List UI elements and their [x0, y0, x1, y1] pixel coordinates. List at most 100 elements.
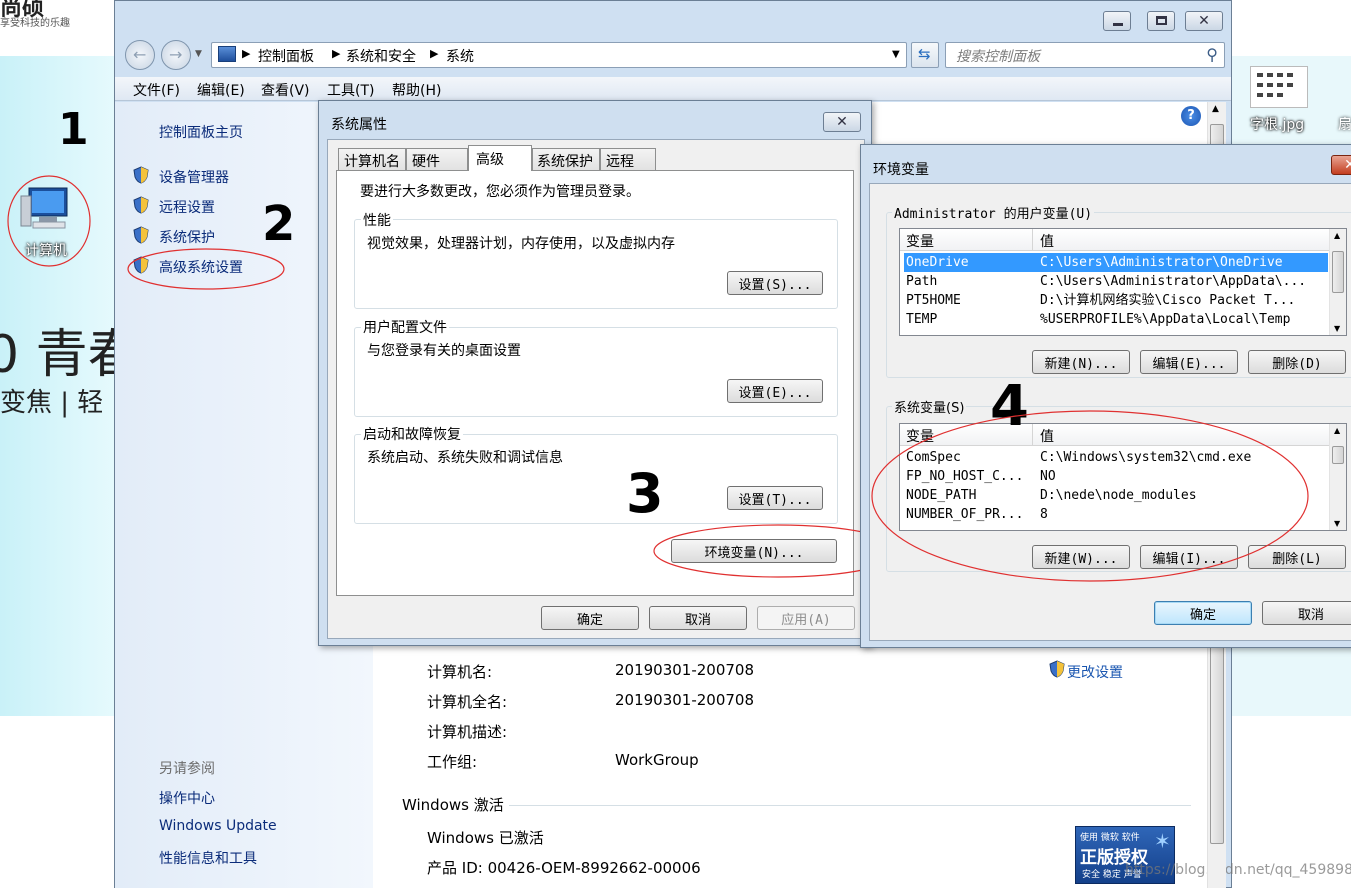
desktop-edge-label: 扇 [1338, 117, 1351, 133]
tab-hardware[interactable]: 硬件 [406, 148, 468, 170]
column-value[interactable]: 值 [1040, 231, 1054, 251]
list-scrollbar[interactable]: ▲ ▼ [1329, 229, 1346, 335]
menu-edit[interactable]: 编辑(E) [197, 80, 245, 100]
tab-label: 计算机名 [344, 154, 400, 170]
recent-pages-dropdown[interactable]: ▼ [195, 49, 202, 59]
user-new-button[interactable]: 新建(N)... [1032, 350, 1130, 374]
user-profiles-desc: 与您登录有关的桌面设置 [367, 343, 521, 359]
list-item[interactable]: OneDrive C:\Users\Administrator\OneDrive [904, 253, 1328, 272]
refresh-icon: ⇆ [918, 45, 931, 63]
forward-button[interactable]: → [161, 40, 191, 70]
shield-icon [133, 166, 149, 184]
nav-action-center[interactable]: 操作中心 [159, 788, 215, 808]
menu-bar: 文件(F) 编辑(E) 查看(V) 工具(T) 帮助(H) [115, 77, 1231, 101]
genuine-badge-top: 使用 微软 软件 [1080, 833, 1140, 843]
workgroup-value: WorkGroup [615, 751, 699, 769]
list-item[interactable]: Path C:\Users\Administrator\AppData\... [904, 272, 1328, 291]
breadcrumb-system-security[interactable]: 系统和安全 [346, 46, 416, 66]
menu-tools[interactable]: 工具(T) [327, 80, 374, 100]
back-button[interactable]: ← [125, 40, 155, 70]
desktop-thumbnail-icon[interactable] [1250, 66, 1308, 108]
scroll-up-icon[interactable]: ▲ [1334, 426, 1340, 435]
cancel-button[interactable]: 取消 [649, 606, 747, 630]
breadcrumb-system[interactable]: 系统 [446, 46, 474, 66]
computer-name-label: 计算机名: [427, 663, 493, 681]
close-icon: ✕ [836, 114, 848, 130]
tab-system-protection[interactable]: 系统保护 [532, 148, 600, 170]
env-cancel-button[interactable]: 取消 [1262, 601, 1351, 625]
user-variables-title: Administrator 的用户变量(U) [892, 203, 1095, 222]
variable-name: TEMP [906, 312, 938, 327]
promo-subline: 变焦 | 轻 [0, 388, 104, 418]
scroll-up-icon[interactable]: ▲ [1212, 104, 1219, 114]
control-panel-icon [218, 46, 236, 62]
tab-computer-name[interactable]: 计算机名 [338, 148, 406, 170]
nav-remote-settings[interactable]: 远程设置 [159, 197, 215, 217]
annotation-circle-advanced [127, 248, 285, 290]
forward-arrow-icon: → [169, 45, 183, 64]
window-close-button[interactable]: ✕ [1185, 11, 1223, 31]
tab-remote[interactable]: 远程 [600, 148, 656, 170]
refresh-button[interactable]: ⇆ [911, 42, 939, 68]
address-bar[interactable]: ▶ 控制面板 ▶ 系统和安全 ▶ 系统 ▼ [211, 42, 907, 68]
ok-button[interactable]: 确定 [541, 606, 639, 630]
computer-description-label: 计算机描述: [427, 723, 508, 741]
nav-windows-update[interactable]: Windows Update [159, 818, 277, 834]
address-dropdown-icon[interactable]: ▼ [892, 49, 900, 60]
watermark-url: https://blog.csdn.net/qq_45989814 [1125, 862, 1351, 878]
tab-label: 高级 [476, 152, 504, 168]
maximize-button[interactable] [1147, 11, 1175, 31]
full-computer-name-value: 20190301-200708 [615, 691, 755, 709]
close-icon: ✕ [1198, 13, 1210, 29]
breadcrumb-separator-icon: ▶ [242, 47, 251, 60]
performance-settings-button[interactable]: 设置(S)... [727, 271, 823, 295]
scroll-down-icon[interactable]: ▼ [1334, 324, 1340, 333]
apply-button[interactable]: 应用(A) [757, 606, 855, 630]
nav-device-manager[interactable]: 设备管理器 [159, 167, 229, 187]
dialog-title: 系统属性 [331, 117, 387, 133]
scroll-thumb[interactable] [1332, 251, 1344, 293]
search-box[interactable]: 搜索控制面板 ⚲ [945, 42, 1225, 68]
minimize-button[interactable] [1103, 11, 1131, 31]
menu-view[interactable]: 查看(V) [261, 80, 310, 100]
tab-label: 远程 [606, 154, 634, 170]
desktop-thumbnail-label: 字根.jpg [1250, 117, 1305, 133]
user-profiles-settings-button[interactable]: 设置(E)... [727, 379, 823, 403]
close-icon: ✕ [1344, 157, 1351, 173]
nav-control-panel-home[interactable]: 控制面板主页 [159, 122, 243, 142]
activation-status: Windows 已激活 [427, 829, 544, 847]
startup-recovery-settings-button[interactable]: 设置(T)... [727, 486, 823, 510]
tab-label: 硬件 [412, 154, 440, 170]
list-item[interactable]: TEMP %USERPROFILE%\AppData\Local\Temp [904, 310, 1328, 329]
breadcrumb-control-panel[interactable]: 控制面板 [258, 46, 314, 66]
menu-file[interactable]: 文件(F) [133, 80, 180, 100]
breadcrumb-separator-icon: ▶ [332, 47, 341, 60]
env-ok-button[interactable]: 确定 [1154, 601, 1252, 625]
scroll-thumb[interactable] [1332, 446, 1344, 464]
tab-advanced[interactable]: 高级 [468, 145, 532, 171]
admin-note: 要进行大多数更改，您必须作为管理员登录。 [360, 184, 640, 200]
change-settings-link[interactable]: 更改设置 [1067, 662, 1123, 682]
column-variable[interactable]: 变量 [906, 231, 934, 251]
dialog-close-button[interactable]: ✕ [823, 112, 861, 132]
star-icon: ✶ [1154, 829, 1171, 853]
dialog-title: 环境变量 [873, 162, 929, 178]
help-button[interactable]: ? [1181, 106, 1201, 126]
nav-performance-info[interactable]: 性能信息和工具 [159, 848, 257, 868]
list-item[interactable]: PT5HOME D:\计算机网络实验\Cisco Packet T... [904, 291, 1328, 310]
menu-help[interactable]: 帮助(H) [392, 80, 441, 100]
nav-system-protection[interactable]: 系统保护 [159, 227, 215, 247]
variable-value: C:\Users\Administrator\OneDrive [1040, 255, 1283, 270]
dialog-close-button[interactable]: ✕ [1331, 155, 1351, 175]
search-icon[interactable]: ⚲ [1206, 45, 1218, 64]
scroll-down-icon[interactable]: ▼ [1334, 519, 1340, 528]
startup-recovery-desc: 系统启动、系统失败和调试信息 [367, 450, 563, 466]
list-scrollbar[interactable]: ▲ ▼ [1329, 424, 1346, 530]
annotation-circle-system-vars [871, 410, 1309, 582]
image-thumbnail-icon [1257, 73, 1293, 97]
user-delete-button[interactable]: 删除(D) [1248, 350, 1346, 374]
scroll-up-icon[interactable]: ▲ [1334, 231, 1340, 240]
user-edit-button[interactable]: 编辑(E)... [1140, 350, 1238, 374]
user-variables-list[interactable]: 变量 值 OneDrive C:\Users\Administrator\One… [899, 228, 1347, 336]
variable-value: %USERPROFILE%\AppData\Local\Temp [1040, 312, 1291, 327]
